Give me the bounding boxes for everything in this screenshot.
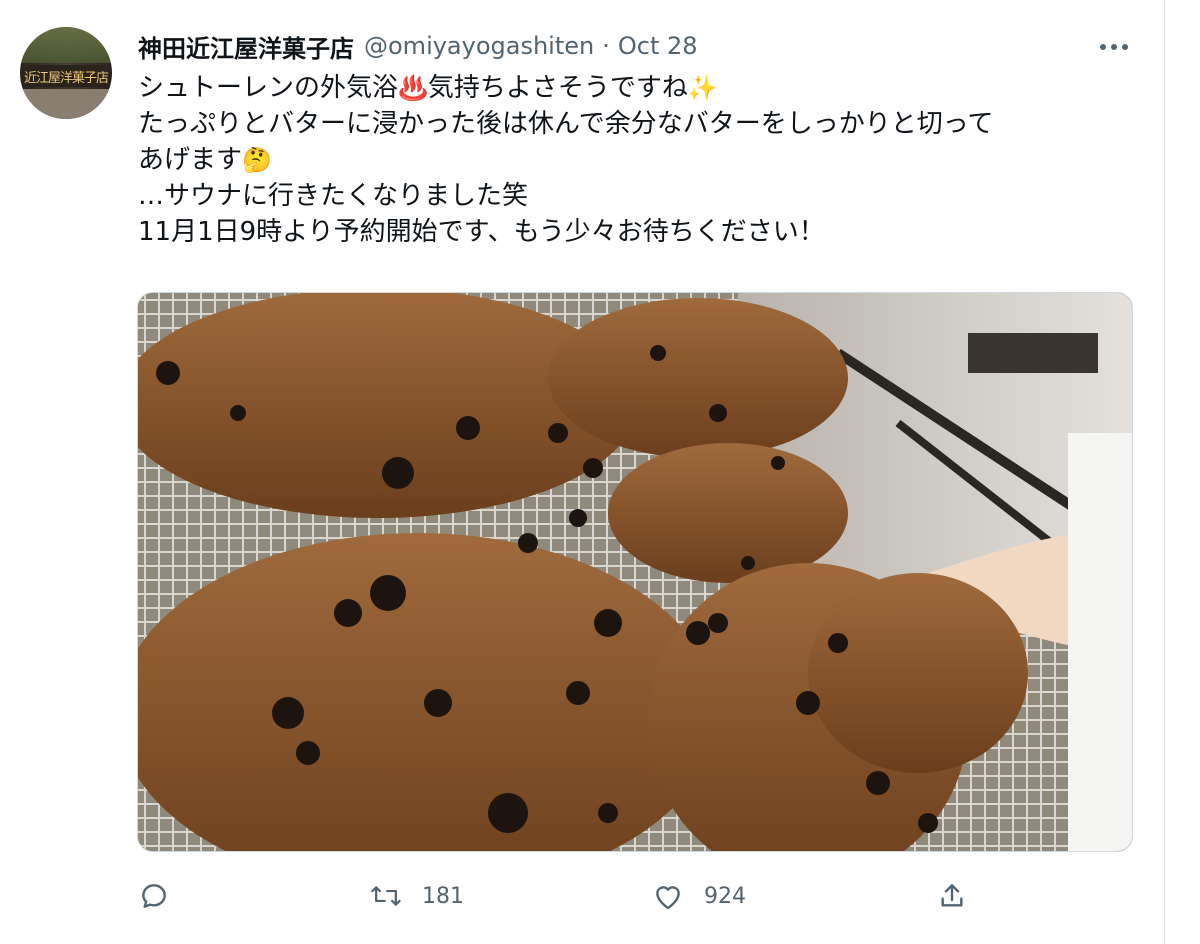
reply-icon: [138, 880, 170, 912]
oven-window: [968, 333, 1098, 373]
tweet-line-5: 11月1日9時より予約開始です、もう少々お待ちください！: [138, 217, 825, 247]
reply-button[interactable]: [138, 872, 190, 920]
tweet-header: 神田近江屋洋菓子店 @omiyayogashiten · Oct 28: [138, 28, 698, 64]
tweet-date[interactable]: Oct 28: [618, 32, 698, 60]
tweet-card[interactable]: 近江屋洋菓子店 神田近江屋洋菓子店 @omiyayogashiten · Oct…: [0, 0, 1165, 944]
avatar[interactable]: 近江屋洋菓子店: [20, 27, 112, 119]
tweet-actions: 181 924: [138, 872, 988, 920]
hot-springs-emoji: ♨️: [398, 74, 428, 102]
user-handle[interactable]: @omiyayogashiten: [364, 32, 594, 60]
worker-coat: [1068, 433, 1132, 851]
stollen-loaf-3: [608, 443, 848, 583]
tweet-text: シュトーレンの外気浴♨️気持ちよさそうですね✨ たっぷりとバターに浸かった後は休…: [138, 70, 1138, 250]
retweet-count: 181: [422, 883, 464, 909]
display-name[interactable]: 神田近江屋洋菓子店: [138, 29, 354, 64]
like-button[interactable]: 924: [652, 872, 746, 920]
tweet-line-2: たっぷりとバターに浸かった後は休んで余分なバターをしっかりと切って: [138, 109, 994, 139]
more-icon: [1100, 44, 1128, 50]
stollen-loaf-6: [808, 573, 1028, 773]
stollen-loaf-2: [548, 298, 848, 458]
tweet-line-3: あげます🤔: [138, 142, 1138, 178]
avatar-sign: 近江屋洋菓子店: [24, 65, 109, 87]
retweet-button[interactable]: 181: [370, 872, 464, 920]
separator-dot: ·: [602, 32, 610, 60]
avatar-base: [20, 89, 112, 119]
like-count: 924: [704, 883, 746, 909]
tweet-line-3-text: あげます: [138, 145, 243, 175]
tweet-line-1-after: 気持ちよさそうですね: [427, 73, 688, 103]
sparkles-emoji: ✨: [687, 74, 718, 102]
share-icon: [936, 880, 968, 912]
heart-icon: [652, 880, 684, 912]
thinking-face-emoji: 🤔: [242, 146, 272, 174]
tweet-line-4: …サウナに行きたくなりました笑: [138, 181, 529, 211]
avatar-trees: [20, 27, 112, 63]
share-button[interactable]: [936, 872, 988, 920]
stollen-photo: [138, 293, 1132, 851]
tweet-line-1: シュトーレンの外気浴♨️気持ちよさそうですね✨: [138, 70, 1138, 106]
more-options-button[interactable]: [1094, 30, 1134, 64]
retweet-icon: [370, 880, 402, 912]
tweet-photo[interactable]: [137, 292, 1133, 852]
tweet-line-1-text: シュトーレンの外気浴: [138, 73, 399, 103]
